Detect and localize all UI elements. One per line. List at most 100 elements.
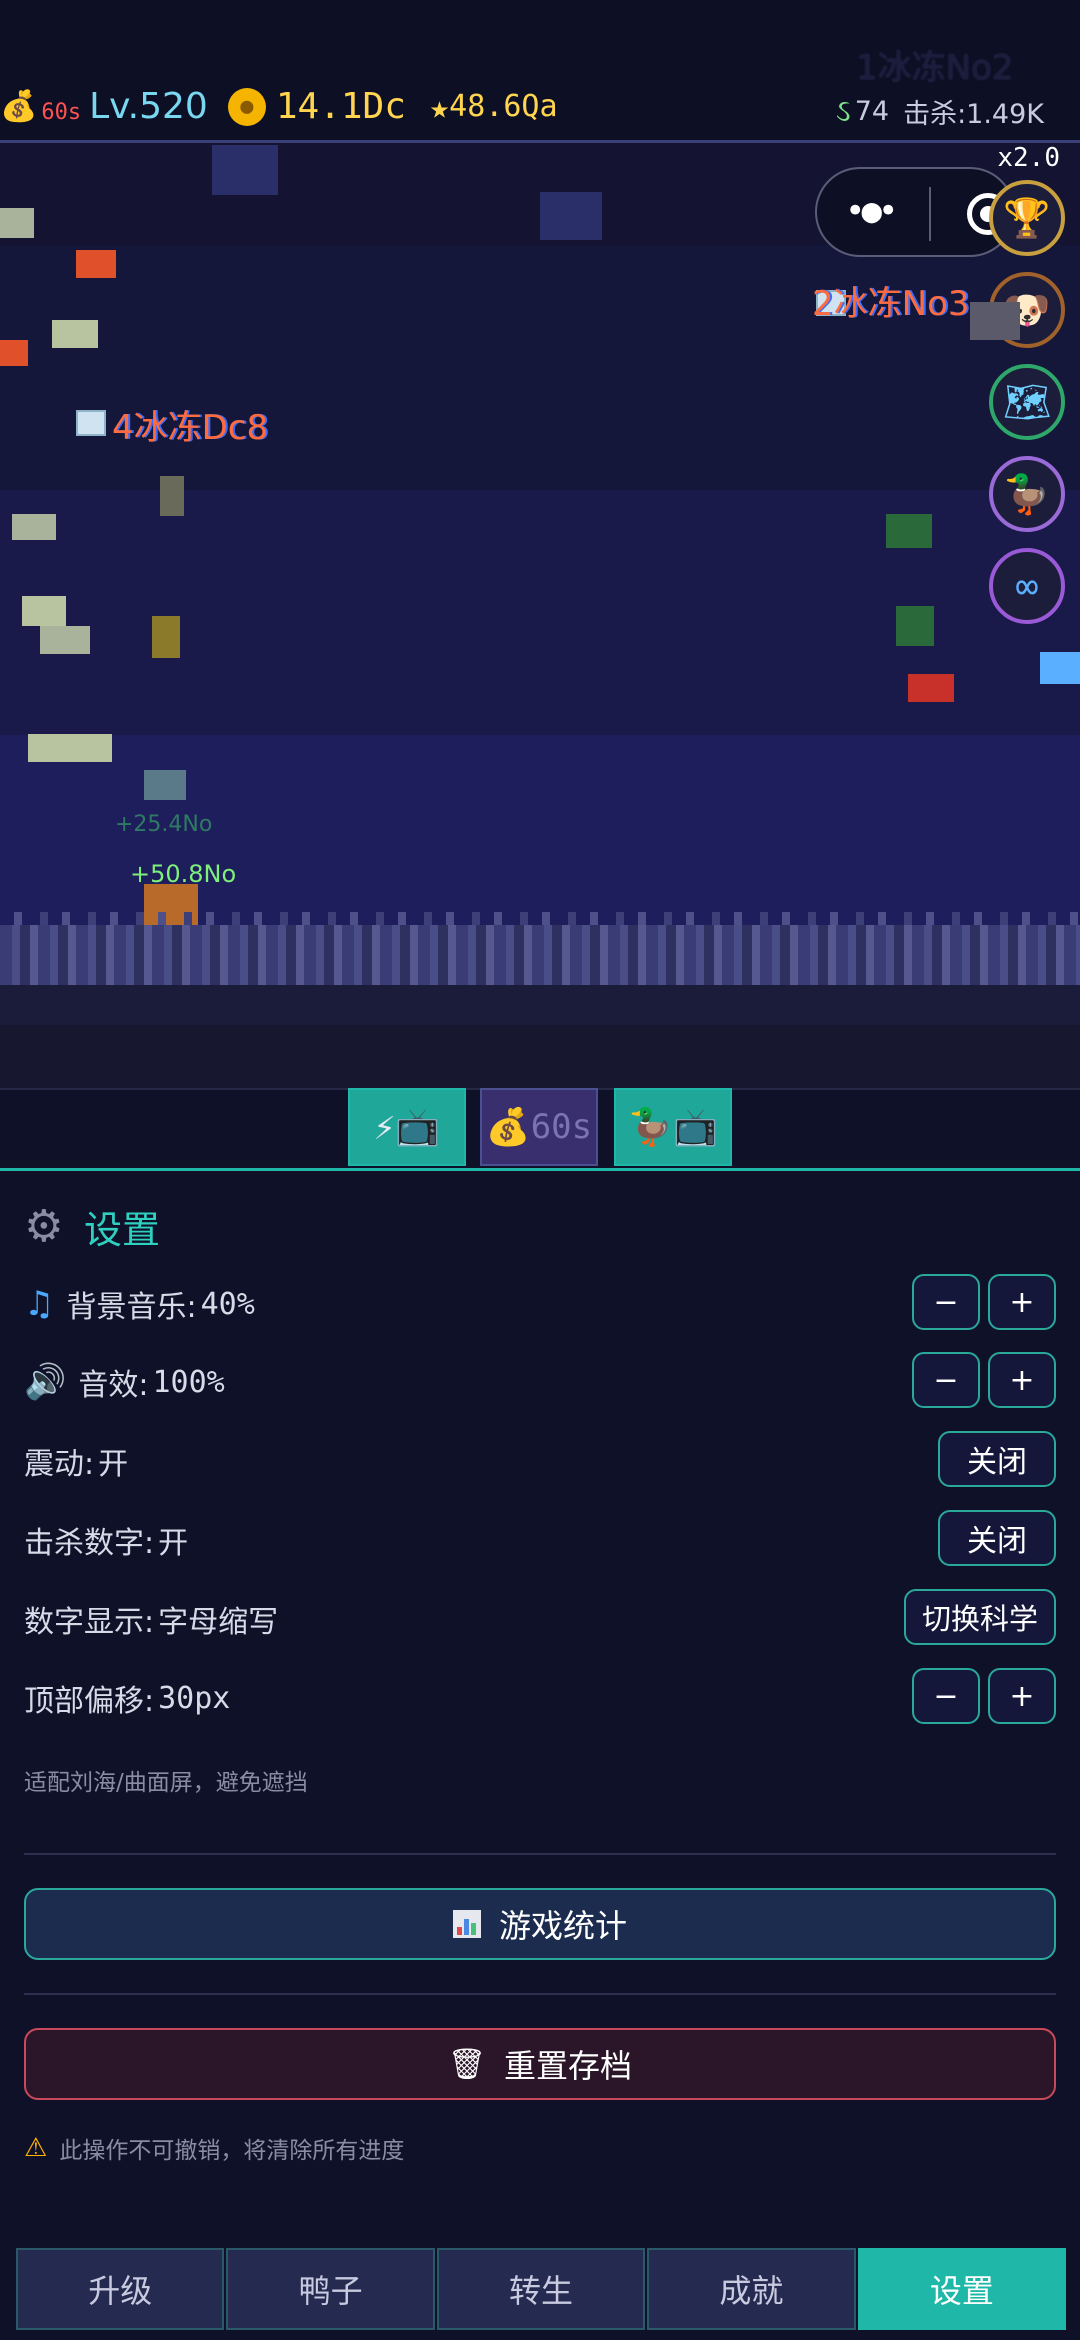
duck-ad-button[interactable]: 🦆📺 [614, 1088, 732, 1166]
bar-chart-icon [452, 1910, 481, 1938]
number-format-value: 字母缩写 [158, 1605, 279, 1640]
duck[interactable] [896, 606, 934, 646]
sfx-row: 🔊 音效: 100% − + [24, 1352, 1056, 1412]
infinity-button[interactable]: ∞ [989, 548, 1065, 624]
divider [24, 1853, 1056, 1855]
hud-divider [0, 140, 1080, 143]
reset-save-button[interactable]: 🗑 重置存档 [24, 2028, 1056, 2100]
ground [0, 925, 1080, 985]
switch-scientific-button[interactable]: 切换科学 [904, 1589, 1056, 1645]
freeze-damage-text: 4冰冻Dc8 [112, 408, 269, 448]
map-button[interactable]: 🗺 [989, 364, 1065, 440]
speed-tv-icon: ⚡📺 [373, 1107, 441, 1148]
money-timer: 60s [41, 100, 82, 125]
tab-ducks[interactable]: 鸭子 [226, 2248, 435, 2330]
duck[interactable] [152, 616, 180, 658]
reset-save-label: 重置存档 [504, 2047, 633, 2085]
gold-amount: 14.1Dc [275, 86, 406, 127]
bgm-row: ♫ 背景音乐: 40% − + [24, 1274, 1056, 1334]
miniprogram-capsule[interactable]: •●• [815, 167, 1015, 257]
duck[interactable] [0, 340, 28, 366]
vibration-row: 震动: 开 关闭 [24, 1431, 1056, 1491]
settings-panel: ⚙ 设置 ♫ 背景音乐: 40% − + 🔊 音效: 100% − + 震动: … [0, 1171, 1080, 2240]
divider [24, 1993, 1056, 1995]
duck[interactable] [76, 250, 116, 278]
duck[interactable] [908, 674, 954, 702]
tab-upgrade[interactable]: 升级 [16, 2248, 225, 2330]
reset-warning-text: 此操作不可撤销，将清除所有进度 [59, 2138, 405, 2164]
game-stats-label: 游戏统计 [498, 1907, 627, 1945]
freeze-damage-text: 2冰冻No3 [812, 284, 970, 324]
top-offset-row: 顶部偏移: 30px − + [24, 1668, 1056, 1728]
duck[interactable] [144, 770, 186, 800]
star-amount: 48.6Qa [449, 89, 558, 124]
reset-warning: ⚠ 此操作不可撤销，将清除所有进度 [24, 2131, 404, 2165]
settings-header: ⚙ 设置 [24, 1199, 160, 1254]
bottom-nav: 升级 鸭子 转生 成就 设置 [16, 2248, 1067, 2330]
tab-settings[interactable]: 设置 [857, 2248, 1067, 2330]
combo-count: 74 [854, 96, 890, 127]
money-buff-button[interactable]: 💰 60s [480, 1088, 598, 1166]
duck-button[interactable]: 🦆 [989, 456, 1065, 532]
sfx-label: 音效: [78, 1368, 149, 1403]
duck[interactable] [28, 734, 112, 762]
vibration-toggle-button[interactable]: 关闭 [938, 1431, 1056, 1487]
kill-number-toggle-button[interactable]: 关闭 [938, 1510, 1056, 1566]
money-bag-icon: 💰 [0, 89, 38, 124]
duck[interactable] [1040, 652, 1080, 684]
speed-ad-button[interactable]: ⚡📺 [348, 1088, 466, 1166]
multiplier-label: x2.0 [997, 143, 1060, 173]
number-format-label: 数字显示: [24, 1605, 155, 1640]
star-icon: ★ [429, 87, 450, 126]
sfx-decrease-button[interactable]: − [912, 1352, 980, 1408]
duck[interactable] [12, 514, 56, 540]
cloud [540, 192, 602, 240]
trash-icon: 🗑 [447, 2046, 487, 2082]
coin-icon: ● [227, 87, 266, 126]
settings-title: 设置 [84, 1208, 161, 1252]
offset-hint: 适配刘海/曲面屏，避免遮挡 [24, 1770, 308, 1796]
gear-icon: ⚙ [24, 1200, 64, 1252]
ice-icon [76, 410, 106, 436]
duck-tv-icon: 🦆📺 [628, 1107, 718, 1148]
bgm-increase-button[interactable]: + [988, 1274, 1056, 1330]
money-buff-timer: 60s [530, 1107, 593, 1147]
vibration-value: 开 [98, 1447, 129, 1482]
level-label: Lv.520 [89, 86, 208, 127]
offset-increase-button[interactable]: + [988, 1668, 1056, 1724]
duck[interactable] [886, 514, 932, 548]
top-offset-value: 30px [158, 1680, 231, 1716]
speaker-icon: 🔊 [24, 1362, 67, 1402]
offset-decrease-button[interactable]: − [912, 1668, 980, 1724]
bgm-label: 背景音乐: [66, 1290, 197, 1325]
warning-icon: ⚠ [24, 2133, 48, 2163]
duck-icon: 🦆 [1003, 471, 1051, 516]
trophy-button[interactable]: 🏆 [989, 180, 1065, 256]
top-offset-label: 顶部偏移: [24, 1684, 155, 1719]
snake-icon: ઽ [835, 94, 851, 129]
tab-rebirth[interactable]: 转生 [436, 2248, 646, 2330]
more-icon[interactable]: •●• [845, 191, 898, 231]
cloud [212, 145, 278, 195]
game-area[interactable]: 1冰冻No2 💰 60s Lv.520 ● 14.1Dc ★ 48.6Qa ઽ … [0, 0, 1080, 1090]
gain-text: +25.4No [115, 812, 213, 837]
duck[interactable] [970, 302, 1020, 340]
duck[interactable] [40, 626, 90, 654]
duck[interactable] [160, 476, 184, 516]
vibration-label: 震动: [24, 1447, 95, 1482]
game-stats-button[interactable]: 游戏统计 [24, 1888, 1056, 1960]
kill-number-row: 击杀数字: 开 关闭 [24, 1510, 1056, 1570]
duck[interactable] [0, 208, 34, 238]
music-note-icon: ♫ [24, 1284, 55, 1324]
duck[interactable] [22, 596, 66, 626]
infinity-icon: ∞ [1015, 564, 1039, 608]
duck[interactable] [52, 320, 98, 348]
trophy-icon: 🏆 [1003, 195, 1051, 240]
hud-bar: 💰 60s Lv.520 ● 14.1Dc ★ 48.6Qa ઽ 74 击杀:1… [0, 80, 1080, 144]
bgm-decrease-button[interactable]: − [912, 1274, 980, 1330]
kill-number-value: 开 [158, 1526, 189, 1561]
bgm-value: 40% [200, 1286, 255, 1322]
sfx-increase-button[interactable]: + [988, 1352, 1056, 1408]
sfx-value: 100% [152, 1364, 225, 1400]
tab-achievements[interactable]: 成就 [647, 2248, 856, 2330]
